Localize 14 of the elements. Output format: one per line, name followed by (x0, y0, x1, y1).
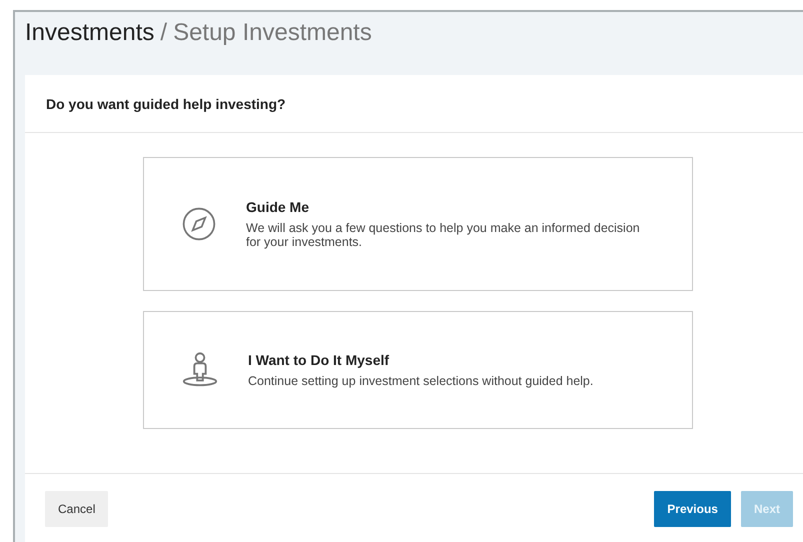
option-title: Guide Me (246, 199, 310, 215)
breadcrumb-section[interactable]: Investments (25, 19, 154, 46)
option-description: Continue setting up investment selections without guided help. (248, 374, 594, 388)
option-title: I Want to Do It Myself (248, 352, 390, 368)
option-description: We will ask you a few questions to help you make an informed decision for your investments. (246, 221, 641, 249)
previous-button[interactable]: Previous (654, 491, 731, 527)
option-card[interactable]: I Want to Do It Myself Continue setting up investment selections without guided help. (143, 311, 693, 429)
breadcrumb-separator: / (160, 19, 168, 46)
page-title: Setup Investments (173, 19, 372, 46)
person-icon (181, 351, 219, 389)
cancel-button[interactable]: Cancel (45, 491, 108, 527)
compass-icon (181, 206, 217, 242)
option-card[interactable]: Guide Me We will ask you a few questions to help you make an informed decision for your investments. (143, 157, 693, 291)
question-text: Do you want guided help investing? (25, 75, 803, 133)
